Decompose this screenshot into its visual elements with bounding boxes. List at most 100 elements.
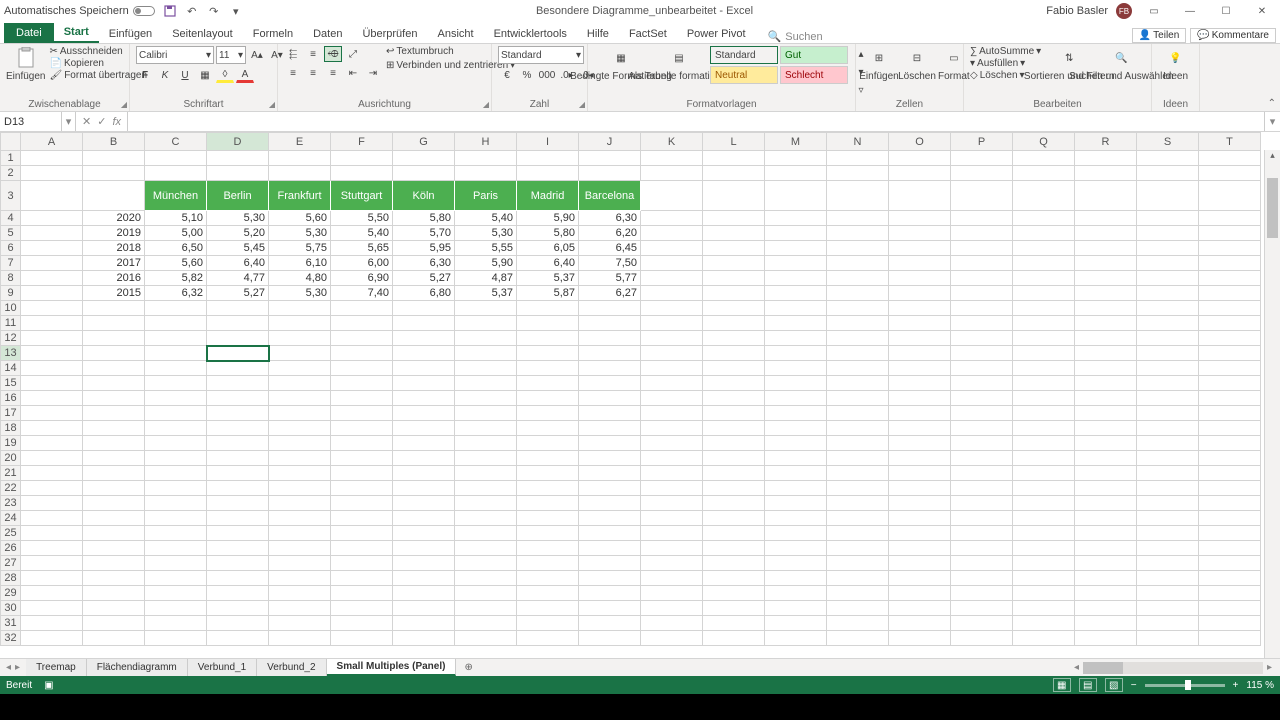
cell-B11[interactable] xyxy=(83,316,145,331)
cell-D15[interactable] xyxy=(207,376,269,391)
cell-L32[interactable] xyxy=(703,631,765,646)
cell-G2[interactable] xyxy=(393,166,455,181)
cell-F15[interactable] xyxy=(331,376,393,391)
cell-G7[interactable]: 6,30 xyxy=(393,256,455,271)
cell-N25[interactable] xyxy=(827,526,889,541)
cell-A4[interactable] xyxy=(21,211,83,226)
cell-N24[interactable] xyxy=(827,511,889,526)
ideas-button[interactable]: Ideen xyxy=(1163,71,1188,82)
cell-O11[interactable] xyxy=(889,316,951,331)
cell-R32[interactable] xyxy=(1075,631,1137,646)
cell-O15[interactable] xyxy=(889,376,951,391)
autosave-toggle[interactable]: Automatisches Speichern xyxy=(4,5,155,17)
cell-R23[interactable] xyxy=(1075,496,1137,511)
save-icon[interactable] xyxy=(163,4,177,18)
cell-I30[interactable] xyxy=(517,601,579,616)
cell-B24[interactable] xyxy=(83,511,145,526)
cell-S32[interactable] xyxy=(1137,631,1199,646)
cell-C7[interactable]: 5,60 xyxy=(145,256,207,271)
cell-I4[interactable]: 5,90 xyxy=(517,211,579,226)
cell-P5[interactable] xyxy=(951,226,1013,241)
cell-Q21[interactable] xyxy=(1013,466,1075,481)
cell-D11[interactable] xyxy=(207,316,269,331)
cell-N8[interactable] xyxy=(827,271,889,286)
cell-F24[interactable] xyxy=(331,511,393,526)
cell-F4[interactable]: 5,50 xyxy=(331,211,393,226)
cell-A30[interactable] xyxy=(21,601,83,616)
cell-S25[interactable] xyxy=(1137,526,1199,541)
cell-Q28[interactable] xyxy=(1013,571,1075,586)
cell-E13[interactable] xyxy=(269,346,331,361)
cell-C17[interactable] xyxy=(145,406,207,421)
cell-T8[interactable] xyxy=(1199,271,1261,286)
cell-M8[interactable] xyxy=(765,271,827,286)
cell-H11[interactable] xyxy=(455,316,517,331)
cell-P13[interactable] xyxy=(951,346,1013,361)
cell-C26[interactable] xyxy=(145,541,207,556)
cell-M7[interactable] xyxy=(765,256,827,271)
col-header-M[interactable]: M xyxy=(765,133,827,151)
cell-G6[interactable]: 5,95 xyxy=(393,241,455,256)
cell-A21[interactable] xyxy=(21,466,83,481)
sheet-tab-panel[interactable]: Small Multiples (Panel) xyxy=(327,659,457,676)
cell-B2[interactable] xyxy=(83,166,145,181)
cell-C27[interactable] xyxy=(145,556,207,571)
cell-C4[interactable]: 5,10 xyxy=(145,211,207,226)
cell-R10[interactable] xyxy=(1075,301,1137,316)
font-color-icon[interactable]: A xyxy=(236,67,254,83)
cell-O30[interactable] xyxy=(889,601,951,616)
cell-J27[interactable] xyxy=(579,556,641,571)
grow-font-icon[interactable]: A▴ xyxy=(248,47,266,63)
cell-C30[interactable] xyxy=(145,601,207,616)
cell-G15[interactable] xyxy=(393,376,455,391)
cell-Q27[interactable] xyxy=(1013,556,1075,571)
cell-M9[interactable] xyxy=(765,286,827,301)
tab-insert[interactable]: Einfügen xyxy=(99,25,162,43)
cell-L21[interactable] xyxy=(703,466,765,481)
align-middle-icon[interactable]: ≡ xyxy=(304,46,322,62)
cell-R5[interactable] xyxy=(1075,226,1137,241)
cell-Q20[interactable] xyxy=(1013,451,1075,466)
cell-E7[interactable]: 6,10 xyxy=(269,256,331,271)
fill-color-icon[interactable]: ◊ xyxy=(216,67,234,83)
cell-G1[interactable] xyxy=(393,151,455,166)
cell-K18[interactable] xyxy=(641,421,703,436)
cell-E16[interactable] xyxy=(269,391,331,406)
cell-D14[interactable] xyxy=(207,361,269,376)
cond-format-icon[interactable]: ▦ xyxy=(609,46,633,70)
cell-S14[interactable] xyxy=(1137,361,1199,376)
cell-B12[interactable] xyxy=(83,331,145,346)
cell-H4[interactable]: 5,40 xyxy=(455,211,517,226)
cell-R3[interactable] xyxy=(1075,181,1137,211)
cell-S16[interactable] xyxy=(1137,391,1199,406)
cell-Q22[interactable] xyxy=(1013,481,1075,496)
cell-F23[interactable] xyxy=(331,496,393,511)
sheet-tab-treemap[interactable]: Treemap xyxy=(26,659,87,676)
zoom-slider[interactable] xyxy=(1145,684,1225,687)
cell-G3[interactable]: Köln xyxy=(393,181,455,211)
cell-A13[interactable] xyxy=(21,346,83,361)
align-top-icon[interactable]: ⬱ xyxy=(284,46,302,62)
cell-L16[interactable] xyxy=(703,391,765,406)
cell-E29[interactable] xyxy=(269,586,331,601)
cell-P1[interactable] xyxy=(951,151,1013,166)
ribbon-mode-icon[interactable]: ▭ xyxy=(1140,2,1168,20)
cell-M17[interactable] xyxy=(765,406,827,421)
cell-B1[interactable] xyxy=(83,151,145,166)
cell-B9[interactable]: 2015 xyxy=(83,286,145,301)
zoom-in-icon[interactable]: + xyxy=(1233,680,1239,691)
cell-B4[interactable]: 2020 xyxy=(83,211,145,226)
cell-F22[interactable] xyxy=(331,481,393,496)
cell-H25[interactable] xyxy=(455,526,517,541)
col-header-C[interactable]: C xyxy=(145,133,207,151)
cell-G17[interactable] xyxy=(393,406,455,421)
cell-D17[interactable] xyxy=(207,406,269,421)
view-pagelayout-icon[interactable]: ▤ xyxy=(1079,678,1097,692)
cell-S3[interactable] xyxy=(1137,181,1199,211)
cell-C5[interactable]: 5,00 xyxy=(145,226,207,241)
cell-E31[interactable] xyxy=(269,616,331,631)
cell-O29[interactable] xyxy=(889,586,951,601)
cell-H32[interactable] xyxy=(455,631,517,646)
cell-E17[interactable] xyxy=(269,406,331,421)
cell-L13[interactable] xyxy=(703,346,765,361)
